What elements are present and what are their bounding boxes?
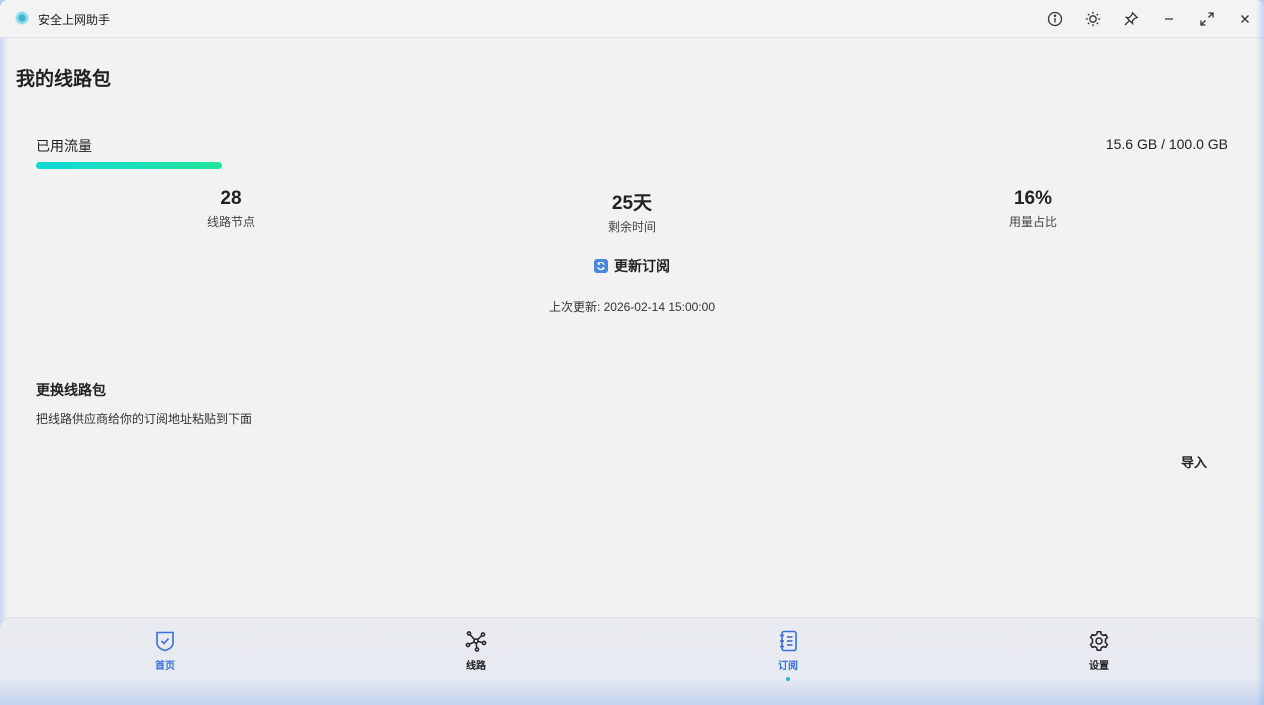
stat-remaining-time: 25天 剩余时间 xyxy=(552,188,712,235)
minimize-icon[interactable] xyxy=(1158,8,1180,30)
app-logo-icon xyxy=(15,11,29,25)
active-indicator-dot xyxy=(786,677,790,681)
shield-check-icon xyxy=(156,631,174,652)
maximize-icon[interactable] xyxy=(1196,8,1218,30)
traffic-progress-fill xyxy=(36,162,222,169)
switch-package-title: 更换线路包 xyxy=(36,382,106,398)
nodes-icon xyxy=(465,631,487,652)
used-traffic-value: 15.6 GB / 100.0 GB xyxy=(1105,136,1228,152)
nav-label-routes: 线路 xyxy=(466,661,486,672)
stat-usage-ratio-label: 用量占比 xyxy=(1008,215,1057,229)
theme-sun-icon[interactable] xyxy=(1082,8,1104,30)
nav-item-home[interactable]: 首页 xyxy=(125,630,205,686)
stat-nodes-label: 线路节点 xyxy=(206,215,255,229)
update-subscription-label: 更新订阅 xyxy=(614,258,670,274)
stat-remaining-time-value: 25天 xyxy=(611,193,653,214)
stat-nodes-value: 28 xyxy=(220,188,242,209)
notebook-icon xyxy=(780,630,797,652)
stat-usage-ratio-value: 16% xyxy=(1013,188,1053,209)
pin-icon[interactable] xyxy=(1120,8,1142,30)
app-window: 安全上网助手 我的线路包 已用流量 15.6 GB / 100.0 GB 28 … xyxy=(0,0,1264,705)
nav-label-subscription: 订阅 xyxy=(778,661,798,672)
info-icon[interactable] xyxy=(1044,8,1066,30)
nav-item-routes[interactable]: 线路 xyxy=(436,630,516,686)
switch-package-description: 把线路供应商给你的订阅地址粘贴到下面 xyxy=(36,412,253,426)
nav-item-settings[interactable]: 设置 xyxy=(1059,630,1139,686)
update-subscription-button[interactable]: 更新订阅 xyxy=(594,256,670,276)
nav-item-subscription[interactable]: 订阅 xyxy=(748,630,828,686)
title-bar: 安全上网助手 xyxy=(0,0,1264,38)
import-button[interactable]: 导入 xyxy=(1172,452,1216,472)
stat-usage-ratio: 16% 用量占比 xyxy=(953,188,1113,230)
close-icon[interactable] xyxy=(1234,8,1256,30)
page-title: 我的线路包 xyxy=(16,69,112,90)
app-title: 安全上网助手 xyxy=(38,13,111,27)
stat-remaining-time-label: 剩余时间 xyxy=(607,220,656,234)
nav-label-settings: 设置 xyxy=(1089,661,1109,672)
gear-icon xyxy=(1089,631,1109,651)
refresh-icon xyxy=(594,259,608,273)
traffic-progress-bar xyxy=(36,162,1228,169)
nav-label-home: 首页 xyxy=(155,661,175,672)
used-traffic-label: 已用流量 xyxy=(36,138,92,154)
bottom-nav: 首页 线路 订阅 设置 xyxy=(0,617,1264,705)
last-update-text: 上次更新: 2026-02-14 15:00:00 xyxy=(548,300,716,314)
stat-nodes: 28 线路节点 xyxy=(151,188,311,230)
